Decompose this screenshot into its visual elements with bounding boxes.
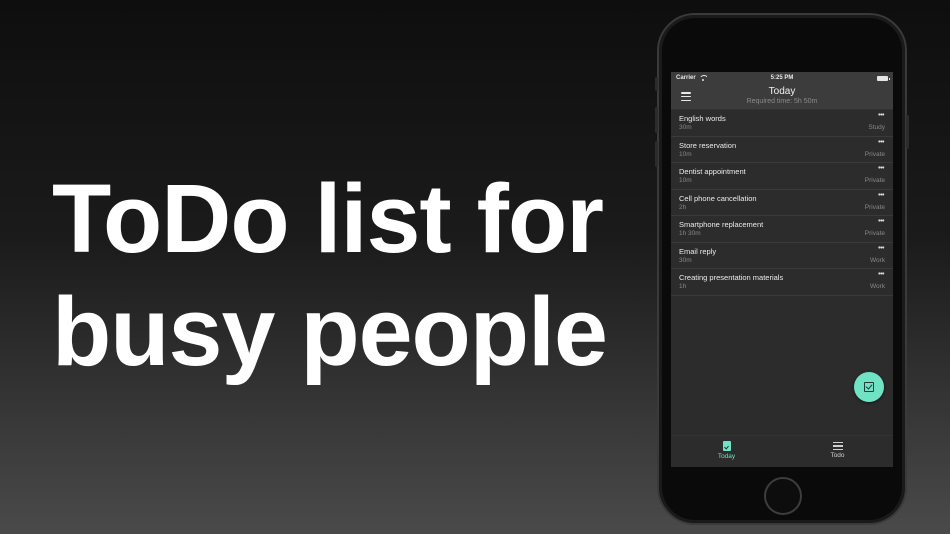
more-options-icon[interactable]: •••	[878, 192, 884, 199]
task-category: Private	[864, 177, 885, 184]
task-duration: 1h	[679, 283, 687, 290]
volume-down-button	[655, 141, 658, 167]
more-options-icon[interactable]: •••	[878, 165, 884, 172]
task-category: Private	[864, 230, 885, 237]
task-title: Cell phone cancellation	[679, 193, 757, 203]
more-options-icon[interactable]: •••	[878, 139, 884, 146]
phone-frame: Carrier 5:25 PM Today Required time: 5h …	[655, 13, 909, 525]
list-icon	[832, 442, 843, 450]
tab-todo-label: Todo	[830, 452, 845, 459]
task-title: Smartphone replacement	[679, 220, 764, 229]
home-button[interactable]	[764, 477, 802, 515]
task-row[interactable]: Store reservation 10m ••• Private	[671, 137, 893, 163]
wifi-icon	[698, 75, 707, 81]
task-row[interactable]: Dentist appointment 10m ••• Private	[671, 163, 893, 190]
volume-up-button	[655, 107, 658, 133]
task-category: Private	[864, 203, 885, 211]
today-document-icon	[722, 441, 731, 451]
more-options-icon[interactable]: •••	[878, 271, 884, 278]
headline-line-2: busy people	[52, 277, 608, 386]
tab-todo[interactable]: Todo	[782, 436, 893, 467]
more-options-icon[interactable]: •••	[878, 245, 884, 252]
task-duration: 30m	[679, 124, 692, 131]
task-category: Work	[869, 256, 885, 264]
task-duration: 2h	[679, 203, 687, 211]
task-duration: 10m	[679, 150, 692, 158]
navigation-bar: Today Required time: 5h 50m	[671, 84, 893, 110]
task-row[interactable]: Creating presentation materials 1h ••• W…	[671, 269, 893, 296]
task-category: Private	[864, 150, 885, 158]
mute-switch	[655, 77, 658, 91]
task-category: Study	[868, 124, 885, 131]
task-row[interactable]: English words 30m ••• Study	[671, 110, 893, 137]
page-title: Today	[768, 86, 796, 97]
status-bar: Carrier 5:25 PM	[671, 72, 893, 84]
task-row[interactable]: Cell phone cancellation 2h ••• Private	[671, 190, 893, 216]
carrier-label: Carrier	[676, 75, 696, 81]
complete-task-button[interactable]	[854, 372, 884, 402]
tab-today-label: Today	[717, 453, 736, 460]
more-options-icon[interactable]: •••	[878, 218, 884, 225]
phone-screen: Carrier 5:25 PM Today Required time: 5h …	[671, 72, 893, 467]
tab-today[interactable]: Today	[671, 436, 782, 467]
power-button	[906, 115, 909, 149]
headline-line-1: ToDo list for	[52, 164, 604, 273]
task-row[interactable]: Email reply 30m ••• Work	[671, 243, 893, 269]
more-options-icon[interactable]: •••	[878, 112, 884, 119]
checkbox-icon	[864, 382, 874, 392]
battery-icon	[877, 75, 890, 81]
task-duration: 30m	[679, 256, 692, 264]
task-list: English words 30m ••• Study Store reserv…	[671, 110, 893, 296]
task-title: Store reservation	[679, 140, 737, 150]
required-time-subtitle: Required time: 5h 50m	[746, 98, 818, 105]
task-duration: 10m	[679, 177, 692, 184]
task-title: Dentist appointment	[679, 167, 746, 176]
task-row[interactable]: Smartphone replacement 1h 30m ••• Privat…	[671, 216, 893, 243]
task-title: Email reply	[679, 246, 717, 256]
task-title: English words	[679, 114, 726, 123]
task-title: Creating presentation materials	[679, 273, 784, 282]
task-duration: 1h 30m	[679, 230, 701, 237]
headline: ToDo list for busy people	[52, 162, 608, 388]
task-category: Work	[869, 283, 885, 290]
tab-bar: Today Todo	[671, 435, 893, 467]
